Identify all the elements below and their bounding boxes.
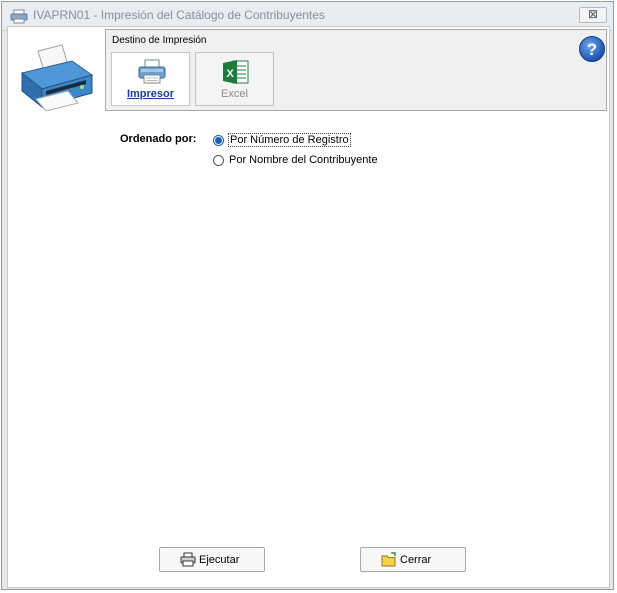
close-icon: ⊠: [587, 7, 599, 21]
printer-destination-label: Impresor: [126, 88, 175, 100]
close-button-label: Cerrar: [400, 554, 432, 566]
window-title: IVAPRN01 - Impresión del Catálogo de Con…: [33, 8, 325, 22]
printer-icon: [10, 9, 28, 24]
destination-label: Destino de Impresión: [112, 35, 207, 46]
radio-unchecked-indicator[interactable]: [213, 155, 224, 166]
help-icon[interactable]: ?: [578, 35, 606, 63]
destination-group: Destino de Impresión Impresor X Excel: [105, 29, 607, 111]
run-button[interactable]: Ejecutar: [159, 547, 265, 572]
app-window: IVAPRN01 - Impresión del Catálogo de Con…: [1, 1, 614, 590]
excel-destination-button[interactable]: X Excel: [195, 52, 274, 106]
svg-text:?: ?: [587, 40, 597, 59]
close-window-button[interactable]: ⊠: [579, 7, 607, 23]
run-button-label: Ejecutar: [199, 554, 240, 566]
open-folder-exit-icon: [381, 552, 396, 567]
printer-destination-button[interactable]: Impresor: [111, 52, 190, 106]
radio-checked-indicator[interactable]: [213, 135, 224, 146]
order-by-label: Ordenado por:: [120, 133, 197, 145]
main-panel: Destino de Impresión Impresor X Excel ? …: [7, 26, 610, 588]
excel-destination-label: Excel: [221, 88, 248, 100]
printer-icon: [138, 59, 166, 84]
printer-icon: [180, 552, 196, 567]
excel-icon: X: [223, 60, 249, 84]
order-by-registration-label: Por Número de Registro: [228, 133, 351, 147]
svg-text:X: X: [227, 68, 235, 80]
printer-illustration-icon: [20, 44, 94, 112]
close-button[interactable]: Cerrar: [360, 547, 466, 572]
order-by-name-label: Por Nombre del Contribuyente: [229, 154, 378, 166]
